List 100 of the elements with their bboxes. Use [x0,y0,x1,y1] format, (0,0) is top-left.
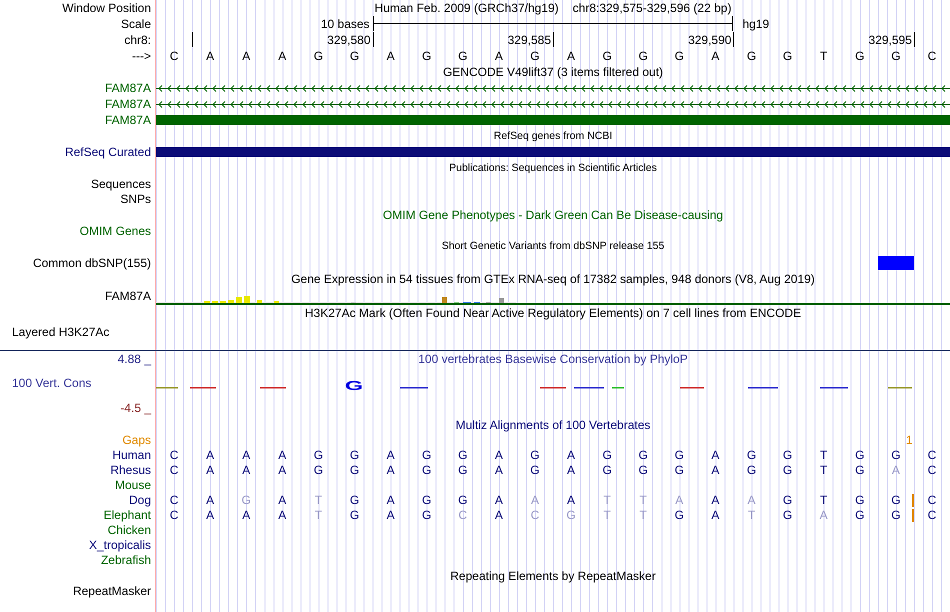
base-letter: G [746,448,756,462]
base-letter: T [603,493,611,507]
base-letter: G [746,463,756,477]
gap-count: 1 [906,434,913,446]
scale-text: 10 bases [320,17,370,31]
base-letter: C [530,508,540,522]
base-letter: C [170,508,178,522]
base-letter: T [640,493,647,507]
base-letter: A [278,448,286,462]
base-letter: T [820,448,828,462]
base-letter: A [711,508,720,522]
variant-block[interactable] [878,256,914,270]
base-letter: A [567,49,576,63]
strand-label: ---> [132,49,151,63]
axis-min-label: -4.5 _ [119,400,151,414]
coordinate-label: 329,585 [508,33,551,47]
base-letter: A [711,448,720,462]
coordinate-label: 329,595 [868,33,912,47]
base-letter: G [458,463,468,477]
ruler-tick [733,32,734,47]
base-letter: C [170,463,178,477]
base-letter: G [314,49,324,63]
base-letter: A [242,49,250,63]
track-label: Scale [120,17,151,31]
base-letter: A [820,508,828,522]
track-title: OMIM Gene Phenotypes - Dark Green Can Be Disease-causing [382,208,724,222]
species-label: Zebrafish [100,553,151,567]
base-letter: G [350,508,360,522]
base-letter: C [458,508,468,522]
base-letter: A [494,49,503,63]
track-label: SNPs [120,192,151,206]
track-title: Short Genetic Variants from dbSNP release 155 [442,240,664,253]
coordinate-label: 329,580 [327,33,371,47]
base-letter: G [422,508,432,522]
base-letter: G [674,448,684,462]
coordinate-label: 329,590 [688,33,732,47]
base-letter: G [855,49,864,63]
base-letter: G [566,508,576,522]
base-letter: A [892,463,900,477]
ruler-tick [914,32,915,47]
assembly-text: Human Feb. 2009 (GRCh37/hg19) [374,1,559,15]
base-letter: G [530,448,540,462]
base-letter: G [350,463,360,477]
base-letter: C [170,448,178,462]
base-letter: A [242,463,250,477]
track-label[interactable]: RefSeq Curated [64,145,151,159]
base-letter: G [530,49,540,63]
base-letter: T [314,508,322,522]
base-letter: G [782,49,792,63]
base-letter: G [782,493,792,507]
base-letter: A [567,463,576,477]
base-letter: A [206,508,214,522]
ruler-tick [372,32,374,47]
assembly-name: hg19 [742,17,770,31]
base-letter: T [820,49,828,63]
track-label: OMIM Genes [80,224,151,238]
base-letter: G [782,448,792,462]
base-letter: A [747,493,756,507]
base-letter: G [674,508,684,522]
base-letter: A [494,448,503,462]
species-label: X_tropicalis [88,538,151,552]
track-label: Gaps [122,433,151,447]
track-label[interactable]: FAM87A [104,113,151,127]
track-label[interactable]: FAM87A [104,97,151,111]
base-letter: A [386,493,395,507]
base-letter: G [422,493,432,507]
track-title: 100 vertebrates Basewise Conservation by PhyloP [418,352,688,366]
base-letter: A [206,463,214,477]
base-letter: G [422,49,432,63]
base-letter: G [458,49,468,63]
base-letter: G [746,49,756,63]
base-letter: G [638,49,648,63]
base-letter: T [640,508,647,522]
base-letter: G [782,463,792,477]
base-letter: G [602,49,612,63]
species-label: Elephant [104,508,151,522]
track-label[interactable]: FAM87A [104,81,151,95]
base-letter: A [278,49,286,63]
base-letter: A [242,448,250,462]
base-letter: G [891,508,901,522]
track-label: FAM87A [104,288,151,302]
base-letter: A [494,493,503,507]
species-label: Rhesus [110,463,151,477]
base-letter: A [278,493,286,507]
base-letter: G [638,448,648,462]
base-letter: T [820,493,828,507]
base-letter: C [170,493,178,507]
base-letter: A [206,448,214,462]
base-letter: C [928,49,936,63]
base-letter: T [820,463,828,477]
base-letter: T [748,508,756,522]
axis-max-label: 4.88 _ [116,352,151,366]
base-letter: T [314,493,322,507]
base-letter: A [494,508,503,522]
base-letter: G [530,463,540,477]
base-letter: G [782,508,792,522]
base-letter: G [674,463,684,477]
base-letter: C [928,463,936,477]
position-text: chr8:329,575-329,596 (22 bp) [572,1,732,15]
base-letter: A [278,508,286,522]
